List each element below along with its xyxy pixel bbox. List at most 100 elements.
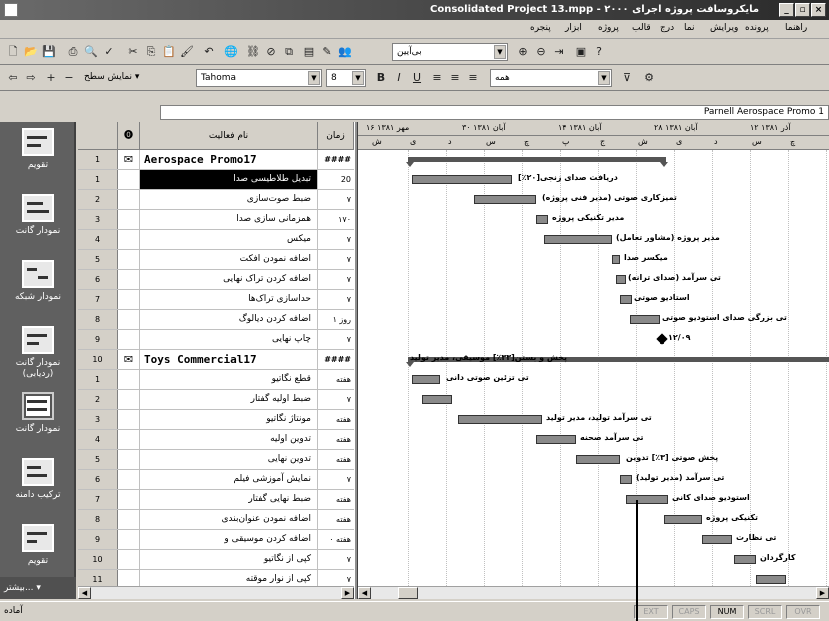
task-name-cell[interactable]: چاپ نهایی	[140, 330, 318, 349]
split-icon[interactable]: ⧉	[280, 43, 298, 61]
task-name-cell[interactable]: ضبط نهایی گفتار	[140, 490, 318, 509]
task-bar[interactable]	[616, 275, 626, 284]
duration-cell[interactable]: هفته	[318, 510, 354, 529]
outdent-icon[interactable]: ⇦	[4, 69, 22, 87]
table-row[interactable]: 4 میکس ۷	[78, 230, 354, 250]
task-name-cell[interactable]: تدوین اولیه	[140, 430, 318, 449]
view-resource[interactable]: تقویم	[0, 520, 76, 576]
table-row[interactable]: 10 ✉ Toys Commercial17 ####	[78, 350, 354, 370]
table-row[interactable]: 5 تدوین نهایی هفته	[78, 450, 354, 470]
row-id[interactable]: 6	[78, 270, 118, 289]
print-icon[interactable]: ⎙	[64, 43, 82, 61]
new-icon[interactable]: 🗋	[4, 43, 22, 61]
duration-cell[interactable]: هفته ۰	[318, 530, 354, 549]
task-bar[interactable]	[576, 455, 620, 464]
menu-edit[interactable]: ویرایش	[710, 23, 738, 33]
table-row[interactable]: 8 اضافه نمودن عنوان‌بندی هفته	[78, 510, 354, 530]
table-row[interactable]: 3 همزمانی سازی صدا ۱۷۰	[78, 210, 354, 230]
milestone-diamond[interactable]	[656, 333, 668, 345]
table-row[interactable]: 6 اضافه کردن تراک نهایی ۷	[78, 270, 354, 290]
table-row[interactable]: 10 کپی از نگاتیو ۷	[78, 550, 354, 570]
cut-icon[interactable]: ✂	[124, 43, 142, 61]
task-bar[interactable]	[664, 515, 702, 524]
task-bar[interactable]	[702, 535, 732, 544]
table-row[interactable]: 7 ضبط نهایی گفتار هفته	[78, 490, 354, 510]
row-id[interactable]: 10	[78, 550, 118, 569]
scroll-thumb[interactable]	[398, 587, 418, 599]
task-name-cell[interactable]: Toys Commercial17	[140, 350, 318, 369]
duration-cell[interactable]: ۷	[318, 230, 354, 249]
align-left-icon[interactable]: ≡	[428, 69, 446, 87]
duration-cell[interactable]: هفته	[318, 490, 354, 509]
format-painter-icon[interactable]: 🖌	[178, 43, 196, 61]
chevron-down-icon[interactable]: ▼	[494, 45, 506, 59]
scroll-left-icon[interactable]: ◀	[78, 587, 91, 599]
task-name-cell[interactable]: مونتاژ نگاتیو	[140, 410, 318, 429]
table-row[interactable]: 2 ضبط اولیه گفتار ۷	[78, 390, 354, 410]
italic-icon[interactable]: I	[390, 69, 408, 87]
scroll-left-icon[interactable]: ◀	[358, 587, 371, 599]
show-level-button[interactable]: نمایش سطح ▾	[80, 69, 180, 87]
align-center-icon[interactable]: ≡	[446, 69, 464, 87]
task-name-cell[interactable]: همزمانی سازی صدا	[140, 210, 318, 229]
row-id[interactable]: 3	[78, 410, 118, 429]
duration-cell[interactable]: هفته	[318, 430, 354, 449]
duration-cell[interactable]: ۱۷۰	[318, 210, 354, 229]
goto-icon[interactable]: ⇥	[550, 43, 568, 61]
menu-project[interactable]: پروژه	[598, 23, 619, 33]
row-id[interactable]: 1	[78, 170, 118, 189]
task-bar[interactable]	[412, 175, 512, 184]
zoom-out-icon[interactable]: ⊖	[532, 43, 550, 61]
task-name-cell[interactable]: قطع نگاتیو	[140, 370, 318, 389]
duration-cell[interactable]: ۷	[318, 550, 354, 569]
duration-cell[interactable]: 20	[318, 170, 354, 189]
hyperlink-icon[interactable]: 🌐	[222, 43, 240, 61]
unlink-icon[interactable]: ⊘	[262, 43, 280, 61]
undo-icon[interactable]: ↶	[200, 43, 218, 61]
row-id[interactable]: 7	[78, 290, 118, 309]
scroll-right-icon[interactable]: ▶	[816, 587, 829, 599]
close-button[interactable]: ×	[811, 3, 826, 17]
row-id[interactable]: 7	[78, 490, 118, 509]
task-name-cell[interactable]: ضبط صوت‌سازی	[140, 190, 318, 209]
task-bar[interactable]	[756, 575, 786, 584]
table-row[interactable]: 2 ضبط صوت‌سازی ۷	[78, 190, 354, 210]
menu-file[interactable]: پرونده	[745, 23, 769, 33]
minimize-button[interactable]: _	[779, 3, 794, 17]
paste-icon[interactable]: 📋	[160, 43, 178, 61]
table-row[interactable]: 3 مونتاژ نگاتیو هفته	[78, 410, 354, 430]
task-name-column-header[interactable]: نام فعالیت	[140, 122, 318, 150]
table-row[interactable]: 1 تبدیل طلاطیسی صدا 20	[78, 170, 354, 190]
task-bar[interactable]	[536, 435, 576, 444]
task-bar[interactable]	[422, 395, 452, 404]
row-id[interactable]: 9	[78, 330, 118, 349]
row-id[interactable]: 3	[78, 210, 118, 229]
view-usage[interactable]: ترکیب دامنه	[0, 454, 76, 522]
task-name-cell[interactable]: ضبط اولیه گفتار	[140, 390, 318, 409]
task-name-cell[interactable]: نمایش آموزشی فیلم	[140, 470, 318, 489]
table-row[interactable]: 5 اضافه نمودن افکت ۷	[78, 250, 354, 270]
duration-cell[interactable]: هفته	[318, 450, 354, 469]
show-subtasks-icon[interactable]: +	[42, 69, 60, 87]
copy-icon[interactable]: ⎘	[142, 43, 160, 61]
row-id[interactable]: 2	[78, 390, 118, 409]
chevron-down-icon[interactable]: ▼	[598, 71, 610, 85]
autofilter-icon[interactable]: ⊽	[618, 69, 636, 87]
task-bar[interactable]	[612, 255, 620, 264]
row-id[interactable]: 1	[78, 150, 118, 169]
table-row[interactable]: 1 ✉ Aerospace Promo17 ####	[78, 150, 354, 170]
font-size-select[interactable]: 8 ▼	[326, 69, 366, 87]
underline-icon[interactable]: U	[408, 69, 426, 87]
spell-icon[interactable]: ✓	[100, 43, 118, 61]
duration-cell[interactable]: هفته	[318, 410, 354, 429]
task-name-cell[interactable]: میکس	[140, 230, 318, 249]
task-bar[interactable]	[620, 475, 632, 484]
table-row[interactable]: 9 چاپ نهایی ۷	[78, 330, 354, 350]
row-id[interactable]: 1	[78, 370, 118, 389]
menu-tools[interactable]: ابزار	[565, 23, 582, 33]
row-id[interactable]: 4	[78, 430, 118, 449]
indicators-column-header[interactable]: ⓿	[118, 122, 140, 150]
table-row[interactable]: 1 قطع نگاتیو هفته	[78, 370, 354, 390]
filter-select[interactable]: بی‌آیین ▼	[392, 43, 508, 61]
row-id[interactable]: 8	[78, 310, 118, 329]
